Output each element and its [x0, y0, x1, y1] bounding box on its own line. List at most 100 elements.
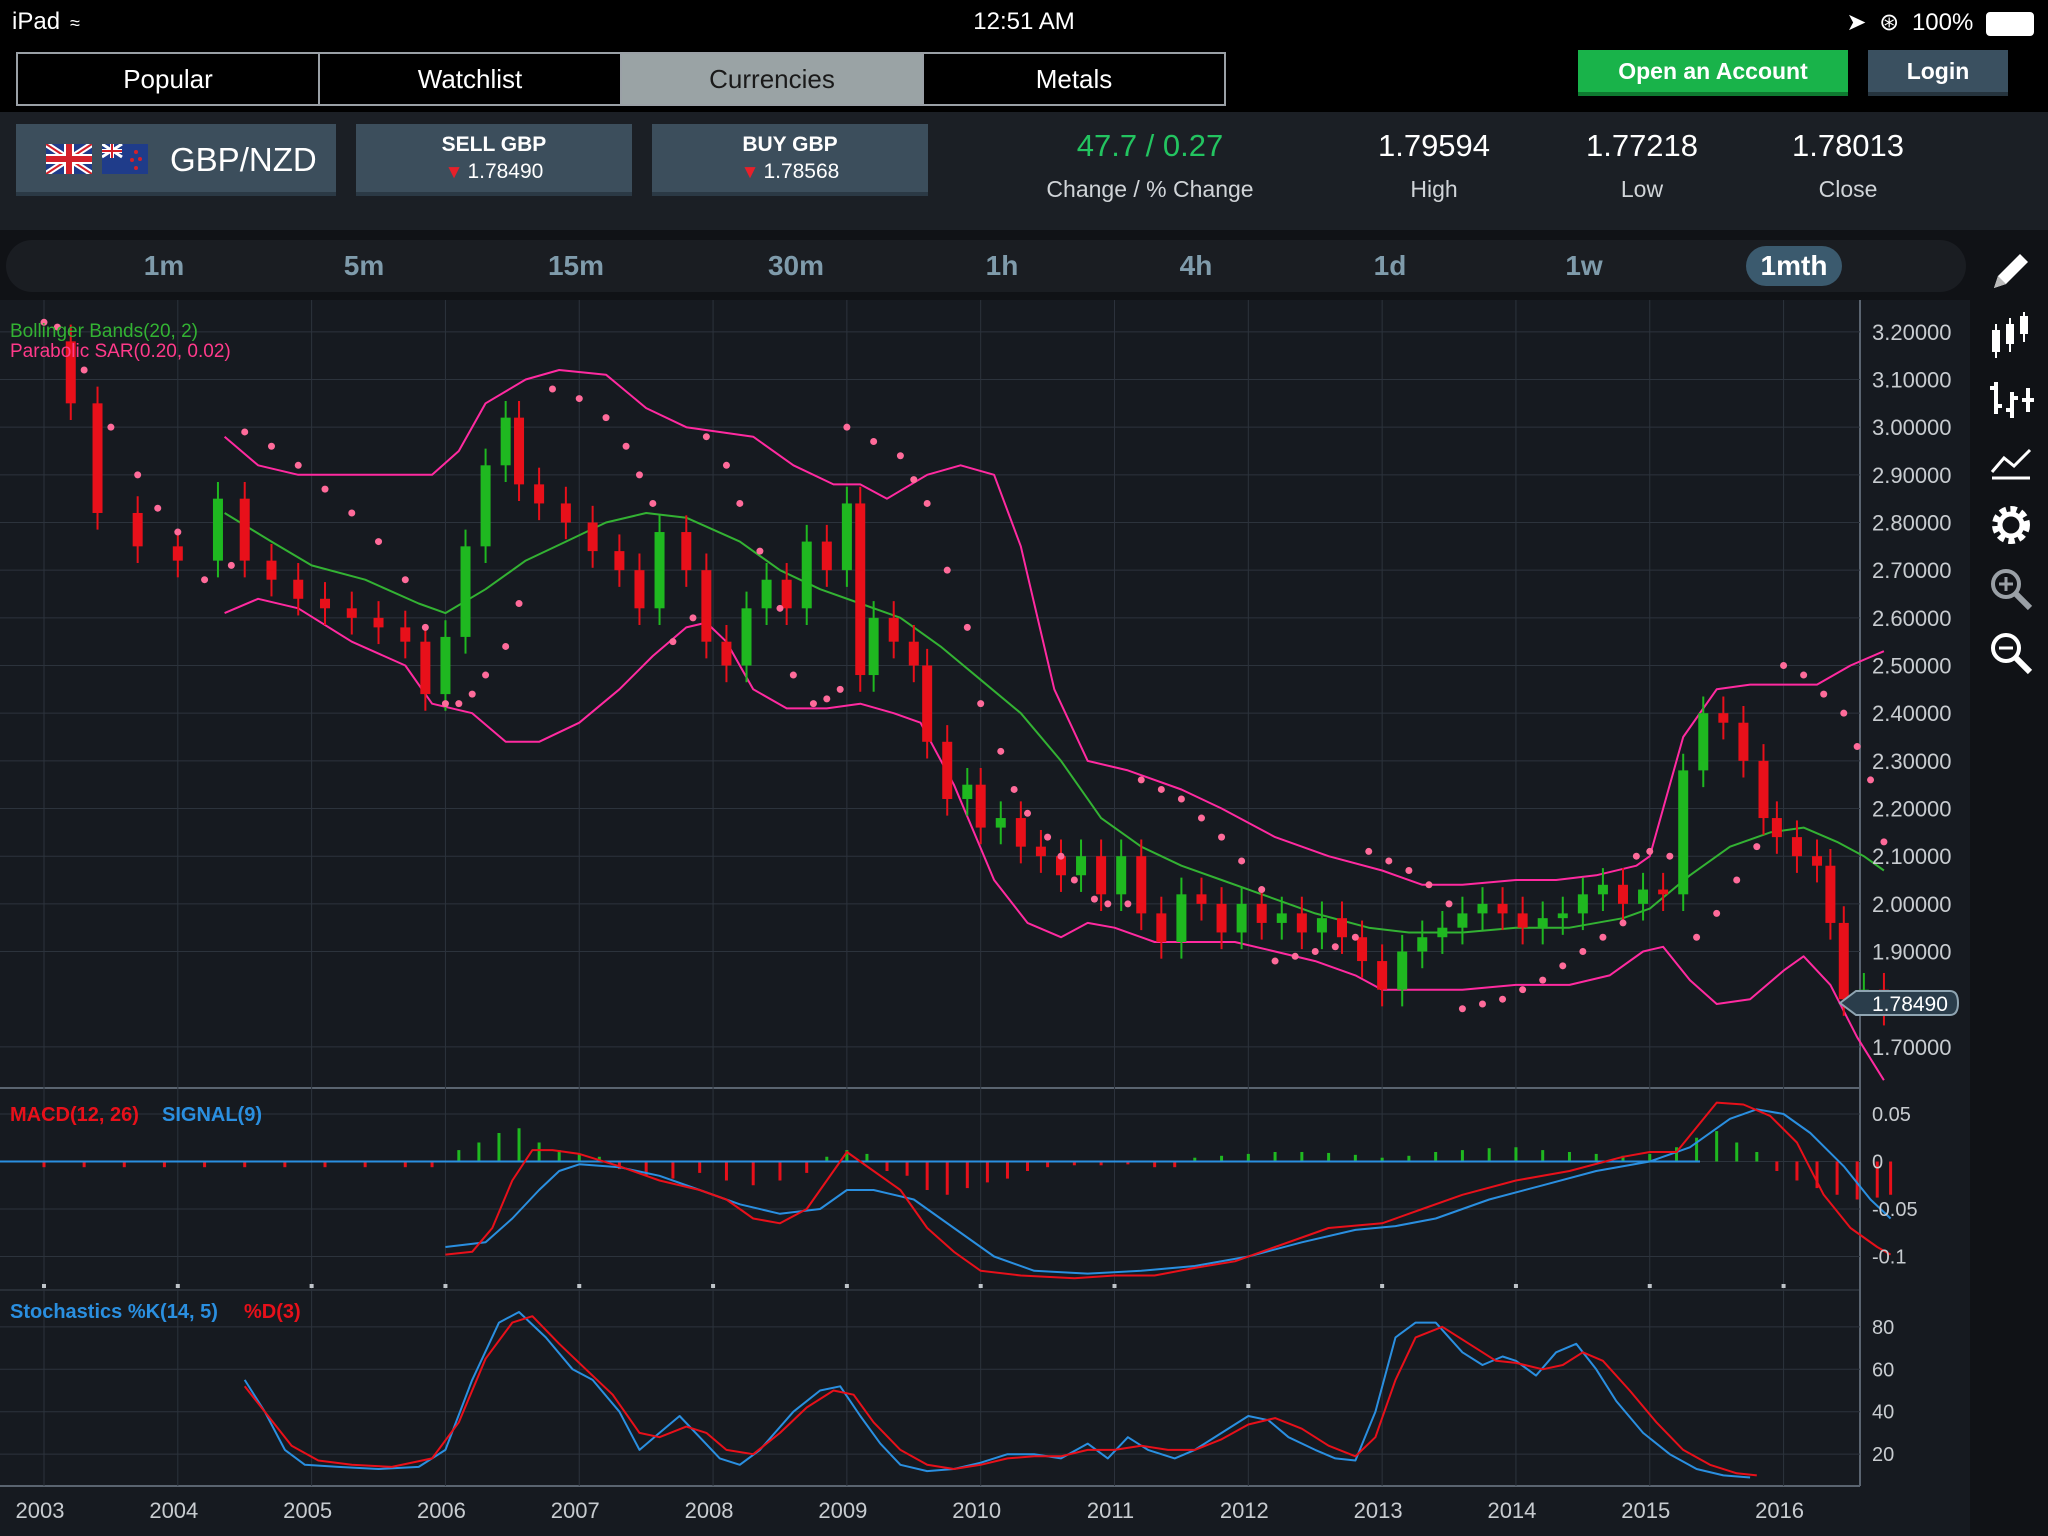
sar-dot	[622, 442, 630, 450]
sar-dot	[776, 604, 784, 612]
candle-body	[1638, 889, 1649, 904]
candle-body	[1397, 951, 1408, 990]
tab-currencies[interactable]: Currencies	[622, 54, 924, 104]
macd-tick-label: -0.1	[1872, 1247, 1906, 1269]
stoch-tick-label: 20	[1872, 1444, 1894, 1466]
interval-30m[interactable]: 30m	[748, 246, 844, 286]
interval-1h[interactable]: 1h	[954, 246, 1050, 286]
candle-body	[1136, 856, 1147, 914]
buy-button[interactable]: BUY GBP ▼ 1.78568	[652, 124, 928, 196]
tab-metals[interactable]: Metals	[924, 54, 1224, 104]
sar-dot	[1291, 952, 1299, 960]
high-value: 1.79594	[1377, 128, 1491, 163]
sar-dot	[977, 700, 985, 708]
divider-handle	[1781, 1284, 1786, 1288]
candle-body	[1497, 903, 1508, 914]
interval-1m[interactable]: 1m	[116, 246, 212, 286]
sar-dot	[241, 428, 249, 436]
candle-body	[1076, 856, 1087, 876]
candle-body	[654, 532, 665, 609]
sar-dot	[401, 576, 409, 584]
sar-dot	[1405, 866, 1413, 874]
change-stat: 47.7 / 0.27 Change / % Change	[1030, 128, 1270, 203]
candle-body	[942, 741, 953, 799]
year-tick-label: 2003	[16, 1498, 65, 1523]
price-tick-label: 1.70000	[1872, 1035, 1952, 1060]
instrument-selector[interactable]: GBP/NZD	[16, 124, 336, 196]
down-arrow-icon: ▼	[740, 162, 760, 183]
sar-dot	[702, 433, 710, 441]
price-chart[interactable]: 3.20000 3.10000 3.00000 2.90000 2.80000 2.700…	[0, 300, 1970, 1536]
buy-price: 1.78568	[763, 160, 840, 183]
candle-body	[266, 560, 277, 580]
candle-body	[975, 784, 986, 828]
sar-dot	[375, 538, 383, 546]
tab-watchlist[interactable]: Watchlist	[320, 54, 622, 104]
sar-dot	[1070, 876, 1078, 884]
candle-body	[1236, 903, 1247, 933]
candle-body	[721, 641, 732, 666]
pencil-icon[interactable]	[1986, 246, 2036, 296]
sar-dot	[1519, 986, 1527, 994]
zoom-out-icon[interactable]	[1986, 628, 2036, 678]
candlestick-icon[interactable]	[1986, 310, 2036, 360]
sar-dot	[823, 695, 831, 703]
bluetooth-icon: ⊛	[1879, 9, 1900, 36]
sar-dot	[1137, 776, 1145, 784]
sar-dot	[1619, 919, 1627, 927]
price-tick-label: 2.60000	[1872, 606, 1952, 631]
sar-dot	[736, 499, 744, 507]
candle-body	[92, 403, 103, 513]
bar-chart-icon[interactable]	[1986, 374, 2036, 424]
login-button[interactable]: Login	[1868, 50, 2008, 96]
interval-1w[interactable]: 1w	[1536, 246, 1632, 286]
candle-body	[212, 498, 223, 561]
candle-body	[1256, 903, 1267, 923]
candle-body	[995, 818, 1006, 828]
open-account-button[interactable]: Open an Account	[1578, 50, 1848, 96]
sar-dot	[482, 671, 490, 679]
sar-dot	[1271, 957, 1279, 965]
pair-name: GBP/NZD	[170, 141, 317, 178]
candle-body	[587, 522, 598, 552]
candle-body	[1216, 903, 1227, 933]
current-price-tag: 1.78490	[1838, 990, 1960, 1016]
sar-dot	[1666, 852, 1674, 860]
sar-dot	[1351, 933, 1359, 941]
sar-dot	[1780, 662, 1788, 670]
price-tick-label: 2.00000	[1872, 892, 1952, 917]
candle-body	[534, 484, 545, 504]
change-value: 47.7 / 0.27	[1076, 128, 1224, 163]
gear-icon[interactable]	[1986, 500, 2036, 550]
sar-dot	[421, 623, 429, 631]
price-tick-label: 2.20000	[1872, 797, 1952, 822]
high-stat: 1.79594 High	[1334, 128, 1534, 203]
zoom-in-icon[interactable]	[1986, 564, 2036, 614]
candle-body	[1557, 913, 1568, 919]
candle-body	[781, 579, 792, 609]
sar-dot	[963, 623, 971, 631]
interval-1d[interactable]: 1d	[1342, 246, 1438, 286]
candle-body	[1597, 884, 1608, 895]
candle-body	[1517, 913, 1528, 928]
sar-dot	[321, 485, 329, 493]
sar-dot	[267, 442, 275, 450]
sar-dot	[154, 504, 162, 512]
sar-dot	[896, 452, 904, 460]
candle-body	[293, 579, 304, 599]
sar-label: Parabolic SAR(0.20, 0.02)	[10, 341, 231, 362]
candle-body	[1336, 918, 1347, 938]
candle-body	[1417, 937, 1428, 952]
candle-body	[908, 641, 919, 666]
close-value: 1.78013	[1791, 128, 1905, 163]
tab-popular[interactable]: Popular	[18, 54, 320, 104]
interval-15m[interactable]: 15m	[528, 246, 624, 286]
candle-body	[888, 617, 899, 642]
line-chart-icon[interactable]	[1986, 436, 2036, 486]
candle-body	[1116, 856, 1127, 895]
interval-4h[interactable]: 4h	[1148, 246, 1244, 286]
sell-button[interactable]: SELL GBP ▼ 1.78490	[356, 124, 632, 196]
interval-5m[interactable]: 5m	[316, 246, 412, 286]
year-tick-label: 2005	[283, 1498, 332, 1523]
interval-1mth[interactable]: 1mth	[1746, 246, 1842, 286]
